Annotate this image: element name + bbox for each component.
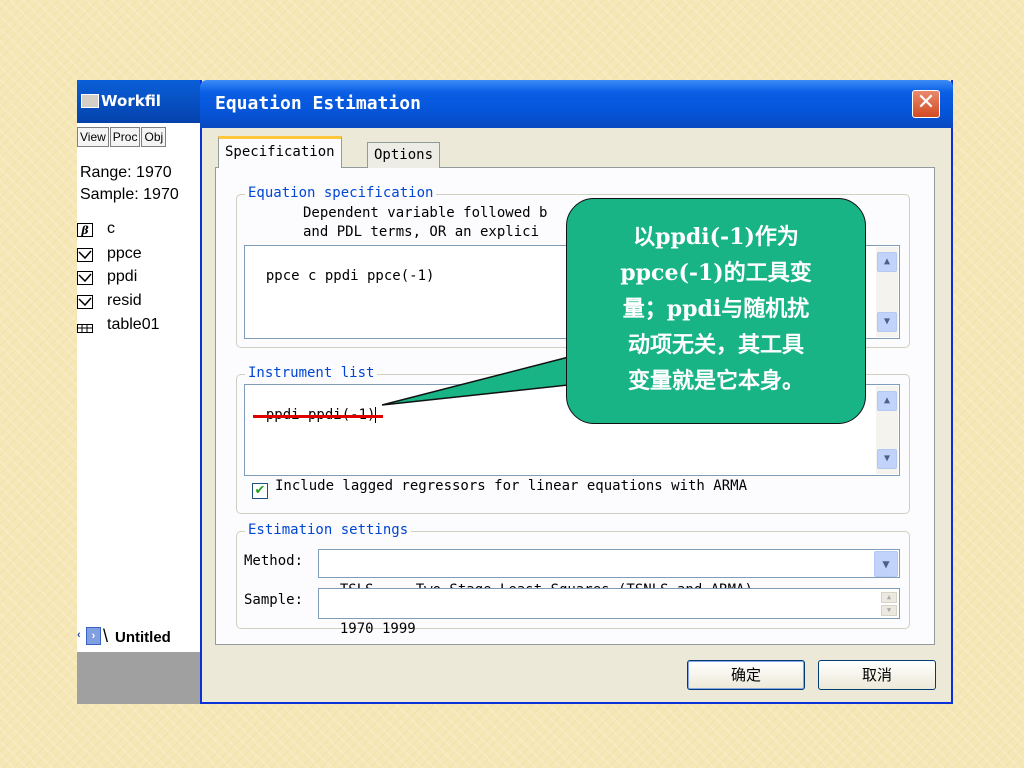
workfile-status-area [77,652,205,704]
annotation-callout: 以ppdi(-1)作为 ppce(-1)的工具变 量；ppdi与随机扰 动项无关… [566,198,866,424]
workfile-titlebar[interactable]: Workfil [77,80,205,123]
ok-button[interactable]: 确定 [687,660,805,690]
equation-spec-label: Equation specification [245,185,437,201]
sample-spinner[interactable]: ▲ ▼ [881,592,897,616]
callout-line-1: 以ppdi(-1)作为 [633,224,799,250]
coef-icon: β [77,223,93,237]
window-icon [81,94,99,108]
workfile-title: Workfil [101,92,161,110]
scroll-up-icon[interactable]: ▲ [877,391,897,411]
workfile-window: Workfil View Proc Obj Range: 1970 Sample: … [77,80,206,704]
equation-scrollbar[interactable]: ▲ ▼ [876,247,898,337]
close-icon: ✕ [916,90,936,115]
proc-button[interactable]: Proc [109,127,141,147]
close-button[interactable]: ✕ [912,90,940,118]
sample-input[interactable]: 1970 1999 ▲ ▼ [318,588,900,637]
tab-scroll-right-icon[interactable]: › [86,627,101,645]
tab-untitled[interactable]: Untitled [115,629,171,646]
callout-line-5: 变量就是它本身。 [627,368,804,394]
checkmark-icon: ✔ [254,483,266,498]
method-select[interactable]: TSLS - Two-Stage Least Squares (TSNLS an… [318,549,900,598]
dropdown-arrow-icon[interactable]: ▼ [874,551,898,577]
instrument-underline [253,415,383,418]
sample-value: 1970 1999 [339,621,416,637]
include-lagged-label: Include lagged regressors for linear equ… [275,478,748,494]
workfile-toolbar: View Proc Obj [77,126,167,147]
callout-line-2: ppce(-1)的工具变 [620,260,812,286]
equation-spec-text: ppce c ppdi ppce(-1) [265,268,435,284]
cancel-button[interactable]: 取消 [818,660,936,690]
tab-options[interactable]: Options [367,142,441,168]
scroll-down-icon[interactable]: ▼ [877,312,897,332]
object-button[interactable]: Obj [141,127,167,147]
series-icon [77,248,93,262]
svg-text:β: β [80,224,89,237]
equation-help-line2: and PDL terms, OR an explici [303,224,540,240]
workfile-tab-bar: ‹ › \ Untitled [77,624,205,653]
scroll-up-icon[interactable]: ▲ [877,252,897,272]
tab-divider-icon: \ [103,626,109,646]
range-text: Range: 1970 [80,164,172,181]
dialog-titlebar[interactable]: Equation Estimation ✕ [200,80,953,128]
scroll-down-icon[interactable]: ▼ [877,449,897,469]
series-icon [77,271,93,285]
callout-line-3: 量；ppdi与随机扰 [622,296,810,322]
estimation-settings-label: Estimation settings [245,522,412,538]
include-lagged-checkbox[interactable]: ✔ [252,483,268,499]
series-icon [77,295,93,309]
instrument-scrollbar[interactable]: ▲ ▼ [876,386,898,474]
sample-label: Sample: [244,592,304,608]
spin-down-icon[interactable]: ▼ [881,605,897,616]
tab-scroll-left-icon[interactable]: ‹ [77,629,81,641]
instrument-list-label: Instrument list [245,365,378,381]
equation-help-line1: Dependent variable followed b [303,205,548,221]
callout-line-4: 动项无关，其工具 [627,332,804,358]
spin-up-icon[interactable]: ▲ [881,592,897,603]
view-button[interactable]: View [77,127,109,147]
tab-specification[interactable]: Specification [218,136,342,168]
table-icon [77,324,93,333]
dialog-title: Equation Estimation [215,93,421,114]
method-label: Method: [244,553,304,569]
sample-text: Sample: 1970 [80,186,179,203]
